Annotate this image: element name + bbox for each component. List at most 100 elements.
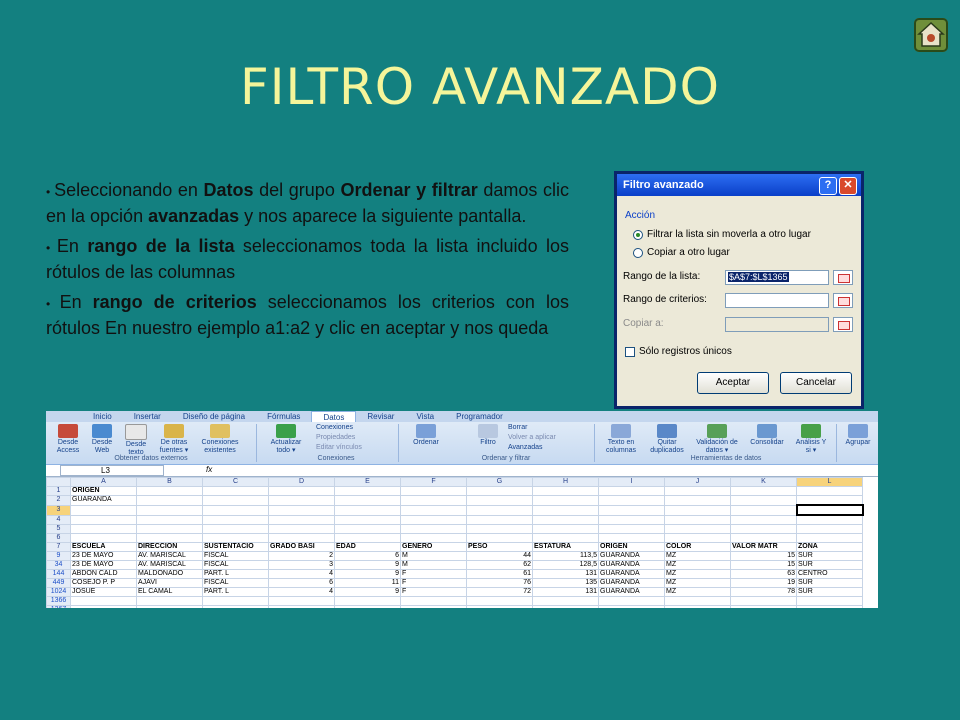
cell[interactable] (400, 486, 467, 496)
column-header[interactable]: J (664, 477, 731, 487)
cell[interactable]: 76 (466, 578, 533, 588)
cell[interactable]: MZ (664, 587, 731, 597)
radio-copy-to-other[interactable]: Copiar a otro lugar (633, 247, 730, 258)
cell[interactable] (730, 596, 797, 606)
cell[interactable] (400, 605, 467, 608)
cell[interactable] (268, 605, 335, 608)
criteria-range-collapse-icon[interactable] (833, 293, 853, 308)
cell[interactable]: 15 (730, 551, 797, 561)
column-header[interactable]: I (598, 477, 665, 487)
cell[interactable] (598, 605, 665, 608)
cell[interactable] (796, 495, 863, 506)
cell[interactable]: FISCAL (202, 560, 269, 570)
cell[interactable] (664, 486, 731, 496)
cell[interactable] (466, 596, 533, 606)
consolidate-button[interactable]: Consolidar (744, 424, 790, 447)
cell[interactable]: 63 (730, 569, 797, 579)
cell[interactable]: 72 (466, 587, 533, 597)
cell[interactable]: 3 (268, 560, 335, 570)
advanced-item[interactable]: Avanzadas (508, 444, 543, 451)
existing-connections-button[interactable]: Conexiones existentes (198, 424, 242, 455)
row-header[interactable]: 449 (46, 578, 71, 588)
list-range-collapse-icon[interactable] (833, 270, 853, 285)
radio-button-selected[interactable] (633, 229, 643, 240)
cell[interactable] (70, 524, 137, 534)
refresh-all-button[interactable]: Actualizar todo ▾ (264, 424, 308, 455)
cell[interactable] (532, 605, 599, 608)
cell[interactable] (664, 524, 731, 534)
row-header[interactable]: 1367 (46, 605, 71, 608)
cell[interactable]: MZ (664, 551, 731, 561)
radio-button[interactable] (633, 247, 643, 258)
cell[interactable]: 131 (532, 569, 599, 579)
row-header[interactable]: 6 (46, 533, 71, 543)
cell[interactable]: 4 (268, 569, 335, 579)
cell[interactable]: SUR (796, 578, 863, 588)
ribbon-tab[interactable]: Programador (445, 411, 514, 422)
home-icon[interactable] (914, 18, 948, 52)
cell[interactable] (598, 486, 665, 496)
cell[interactable]: GUARANDA (598, 569, 665, 579)
cell[interactable]: 23 DE MAYO (70, 551, 137, 561)
cell[interactable] (466, 514, 533, 525)
from-web-button[interactable]: Desde Web (86, 424, 118, 455)
ribbon-tab[interactable]: Datos (311, 411, 357, 422)
cell[interactable] (202, 533, 269, 543)
cell[interactable] (730, 504, 797, 516)
cell[interactable] (796, 486, 863, 496)
cell[interactable]: 61 (466, 569, 533, 579)
cell[interactable] (598, 524, 665, 534)
cell[interactable]: 23 DE MAYO (70, 560, 137, 570)
sort-button[interactable]: Ordenar (406, 424, 446, 447)
cell[interactable] (664, 504, 731, 516)
cell[interactable]: AJAVI (136, 578, 203, 588)
row-header[interactable]: 34 (46, 560, 71, 570)
cell[interactable] (202, 605, 269, 608)
cell[interactable] (400, 495, 467, 506)
row-header[interactable]: 5 (46, 524, 71, 534)
cell[interactable] (268, 596, 335, 606)
text-to-columns-button[interactable]: Texto en columnas (600, 424, 642, 455)
column-header[interactable]: K (730, 477, 797, 487)
row-header[interactable]: 1 (46, 486, 71, 496)
cell[interactable] (268, 533, 335, 543)
cell[interactable] (136, 495, 203, 506)
unique-records-checkbox[interactable] (625, 346, 635, 357)
cell[interactable]: GUARANDA (598, 587, 665, 597)
cell[interactable] (400, 524, 467, 534)
row-header[interactable]: 1366 (46, 596, 71, 606)
cell[interactable]: PART. L (202, 569, 269, 579)
cell[interactable]: GUARANDA (598, 551, 665, 561)
cell[interactable]: 11 (334, 578, 401, 588)
cell[interactable] (730, 514, 797, 525)
cell[interactable]: 9 (334, 569, 401, 579)
cell[interactable]: FISCAL (202, 578, 269, 588)
cell[interactable]: ORIGEN (598, 542, 665, 552)
cell[interactable] (334, 524, 401, 534)
cell[interactable] (202, 596, 269, 606)
cell[interactable] (466, 524, 533, 534)
cell[interactable]: MZ (664, 578, 731, 588)
cell[interactable] (598, 596, 665, 606)
select-all-corner[interactable] (46, 477, 71, 487)
cell[interactable] (202, 495, 269, 506)
cell[interactable] (598, 533, 665, 543)
cell[interactable] (532, 504, 599, 516)
row-header[interactable]: 4 (46, 514, 71, 525)
cancel-button[interactable]: Cancelar (780, 372, 852, 394)
cell[interactable]: DIRECCIÓN (136, 542, 203, 552)
cell[interactable]: SUR (796, 551, 863, 561)
cell[interactable]: F (400, 569, 467, 579)
cell[interactable]: ESTATURA (532, 542, 599, 552)
cell[interactable]: F (400, 587, 467, 597)
cell[interactable] (532, 495, 599, 506)
cell[interactable] (532, 524, 599, 534)
cell[interactable]: AV. MARISCAL (136, 551, 203, 561)
name-box[interactable]: L3 (60, 465, 164, 476)
cell[interactable] (70, 605, 137, 608)
cell[interactable] (136, 504, 203, 516)
cell[interactable]: EL CAMAL (136, 587, 203, 597)
close-button[interactable]: ✕ (839, 177, 857, 195)
cell[interactable] (400, 533, 467, 543)
column-header[interactable]: B (136, 477, 203, 487)
